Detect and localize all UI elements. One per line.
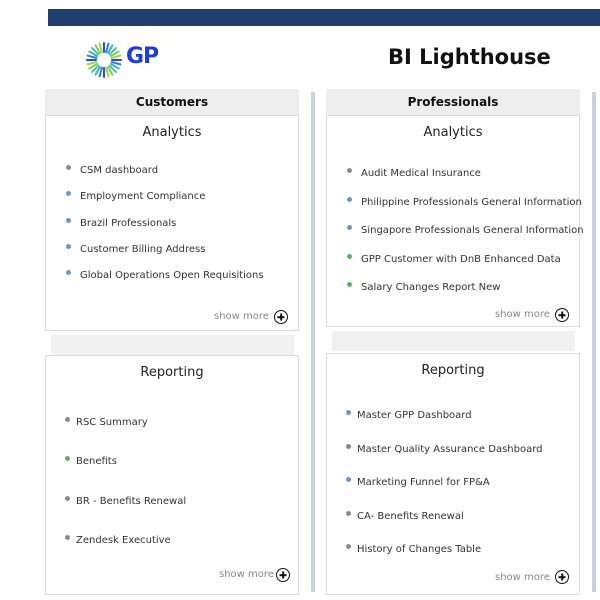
status-dot-icon (65, 456, 70, 462)
logo: GP (86, 40, 176, 80)
status-dot-icon (346, 510, 351, 516)
customers-analytics-card: Analytics CSM dashboard Employment Compli… (45, 115, 299, 331)
logo-ray (98, 66, 103, 78)
list-item[interactable]: RSC Summary (76, 417, 148, 428)
list-item[interactable]: GPP Customer with DnB Enhanced Data (361, 254, 561, 265)
list-item[interactable]: Philippine Professionals General Informa… (361, 197, 582, 208)
list-item[interactable]: History of Changes Table (357, 544, 481, 555)
show-more-link[interactable]: show more (495, 309, 550, 320)
list-item[interactable]: Brazil Professionals (80, 218, 176, 229)
column-divider (592, 92, 596, 592)
app-title: BI Lighthouse (388, 45, 551, 69)
list-item[interactable]: Master Quality Assurance Dashboard (357, 444, 543, 455)
status-dot-icon (346, 443, 351, 449)
section-header-customers: Customers (45, 89, 299, 115)
column-divider (311, 92, 315, 592)
expand-plus-icon[interactable] (276, 568, 290, 582)
logo-ray (110, 61, 122, 66)
customers-reporting-card: Reporting RSC Summary Benefits BR - Benefi… (45, 355, 299, 595)
list-item[interactable]: Zendesk Executive (76, 535, 171, 546)
status-dot-icon (347, 282, 352, 287)
spacer (332, 331, 575, 351)
card-title: Analytics (423, 125, 483, 140)
status-dot-icon (347, 253, 352, 259)
status-dot-icon (66, 243, 71, 249)
list-item[interactable]: Master GPP Dashboard (357, 410, 472, 421)
list-item[interactable]: Marketing Funnel for FP&A (357, 477, 490, 488)
list-item[interactable]: Benefits (76, 456, 117, 467)
logo-ray (105, 66, 110, 78)
status-dot-icon (66, 191, 71, 197)
list-item[interactable]: CA- Benefits Renewal (357, 511, 464, 522)
professionals-analytics-card: Analytics Audit Medical Insurance Philipp… (326, 115, 584, 327)
status-dot-icon (66, 270, 71, 276)
section-header-professionals: Professionals (326, 89, 580, 115)
status-dot-icon (65, 417, 70, 422)
show-more-link[interactable]: show more (219, 569, 274, 580)
show-more-link[interactable]: show more (495, 572, 550, 583)
professionals-reporting-card: Reporting Master GPP Dashboard Master Qua… (326, 353, 580, 595)
status-dot-icon (66, 217, 71, 223)
logo-ray (98, 42, 103, 54)
card-title: Analytics (142, 125, 202, 140)
logo-ray (86, 61, 98, 66)
list-item[interactable]: Singapore Professionals General Informat… (361, 225, 584, 236)
list-item[interactable]: Employment Compliance (80, 191, 205, 202)
status-dot-icon (65, 495, 70, 501)
logo-text: GP (126, 44, 159, 69)
expand-plus-icon[interactable] (555, 570, 569, 584)
logo-ray (110, 54, 122, 59)
list-item[interactable]: Customer Billing Address (80, 244, 205, 255)
list-item[interactable]: BR - Benefits Renewal (76, 496, 186, 507)
status-dot-icon (347, 196, 352, 202)
card-title: Reporting (140, 365, 204, 380)
logo-ray (105, 42, 110, 54)
show-more-link[interactable]: show more (214, 311, 269, 322)
sunburst-logo-icon (86, 42, 122, 78)
expand-plus-icon[interactable] (555, 308, 569, 322)
status-dot-icon (346, 544, 351, 549)
list-item[interactable]: Salary Changes Report New (361, 282, 500, 293)
status-dot-icon (346, 477, 351, 482)
status-dot-icon (65, 534, 70, 540)
top-bar (48, 9, 600, 26)
logo-ray (86, 54, 98, 59)
list-item[interactable]: Audit Medical Insurance (361, 168, 481, 179)
spacer (51, 335, 294, 355)
list-item[interactable]: CSM dashboard (80, 165, 158, 176)
card-title: Reporting (421, 363, 485, 378)
status-dot-icon (346, 410, 351, 415)
status-dot-icon (347, 168, 352, 173)
expand-plus-icon[interactable] (274, 310, 288, 324)
list-item[interactable]: Global Operations Open Requisitions (80, 270, 264, 281)
status-dot-icon (347, 225, 352, 230)
status-dot-icon (66, 165, 71, 170)
